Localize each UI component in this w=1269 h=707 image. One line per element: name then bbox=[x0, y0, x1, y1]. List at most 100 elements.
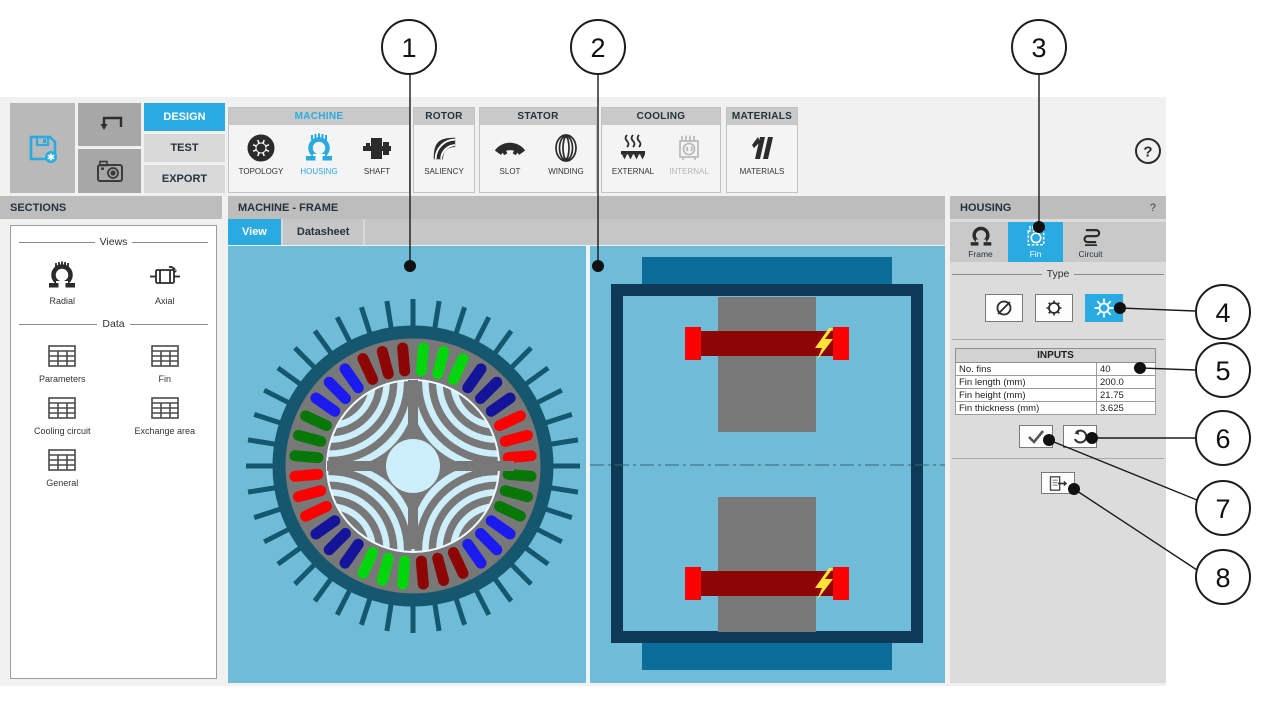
tab-design[interactable]: DESIGN bbox=[144, 103, 225, 131]
sections-item-parameters[interactable]: Parameters bbox=[11, 342, 114, 384]
sections-item-label: Radial bbox=[49, 296, 75, 306]
tab-datasheet[interactable]: Datasheet bbox=[282, 219, 366, 245]
housing-help-button[interactable]: ? bbox=[1150, 202, 1156, 214]
callout-4: 4 bbox=[1195, 284, 1251, 340]
group-stator: STATOR SLOT WINDING bbox=[479, 107, 597, 193]
group-rotor-header: ROTOR bbox=[414, 108, 474, 125]
housing-tab-label: Fin bbox=[1029, 249, 1042, 259]
slot-icon bbox=[495, 132, 525, 164]
help-button[interactable]: ? bbox=[1134, 137, 1162, 165]
group-machine-header: MACHINE bbox=[229, 108, 409, 125]
sections-item-general[interactable]: General bbox=[11, 446, 114, 488]
sections-item-fin[interactable]: Fin bbox=[114, 342, 217, 384]
save-icon bbox=[29, 135, 57, 163]
external-cooling-icon bbox=[618, 132, 648, 164]
callout-5: 5 bbox=[1195, 342, 1251, 398]
housing-title: HOUSING bbox=[960, 201, 1012, 214]
input-value-fin-thickness[interactable]: 3.625 bbox=[1096, 401, 1156, 415]
tab-test-label: TEST bbox=[170, 142, 199, 154]
group-materials: MATERIALS MATERIALS bbox=[726, 107, 798, 193]
toolbar-item-external[interactable]: EXTERNAL bbox=[605, 132, 661, 176]
callout-8: 8 bbox=[1195, 549, 1251, 605]
toolbar-item-materials[interactable]: MATERIALS bbox=[731, 132, 793, 176]
topology-icon bbox=[246, 132, 276, 164]
svg-text:2: 2 bbox=[590, 33, 605, 63]
radial-view-icon bbox=[49, 261, 76, 288]
input-label-fin-height: Fin height (mm) bbox=[955, 388, 1097, 402]
sections-panel-header: SECTIONS bbox=[0, 196, 222, 219]
fin-type-radial-button[interactable] bbox=[1085, 294, 1123, 322]
help-icon: ? bbox=[1135, 138, 1161, 164]
svg-text:7: 7 bbox=[1215, 494, 1230, 524]
tab-design-label: DESIGN bbox=[163, 111, 206, 123]
svg-text:3: 3 bbox=[1031, 33, 1046, 63]
return-arrow-icon bbox=[100, 116, 122, 130]
input-value-fin-length[interactable]: 200.0 bbox=[1096, 375, 1156, 389]
input-label-no-fins: No. fins bbox=[955, 362, 1097, 376]
group-cooling-header: COOLING bbox=[602, 108, 720, 125]
tab-view[interactable]: View bbox=[228, 219, 283, 245]
toolbar-item-saliency[interactable]: SALIENCY bbox=[415, 132, 473, 176]
snapshot-button[interactable] bbox=[78, 149, 141, 193]
tab-test[interactable]: TEST bbox=[144, 134, 225, 162]
views-divider: Views bbox=[19, 236, 208, 248]
table-row: No. fins 40 bbox=[955, 362, 1156, 376]
fin-type-none-button[interactable] bbox=[985, 294, 1023, 322]
housing-panel bbox=[950, 219, 1166, 683]
circuit-icon bbox=[1083, 229, 1100, 246]
undo-rotate-icon bbox=[1073, 429, 1088, 444]
axial-fins-icon bbox=[1046, 300, 1062, 316]
inputs-table: INPUTS No. fins 40 Fin length (mm) 200.0 F… bbox=[955, 348, 1156, 415]
callout-1: 1 bbox=[381, 19, 437, 75]
callout-2: 2 bbox=[570, 19, 626, 75]
reset-button[interactable] bbox=[1063, 425, 1097, 448]
table-row: Fin length (mm) 200.0 bbox=[955, 375, 1156, 389]
toolbar-item-label: TOPOLOGY bbox=[238, 167, 284, 176]
save-button[interactable] bbox=[10, 103, 75, 193]
group-stator-header: STATOR bbox=[480, 108, 596, 125]
sections-item-axial[interactable]: Axial bbox=[114, 260, 217, 306]
sections-item-label: General bbox=[46, 478, 79, 488]
housing-tab-circuit[interactable]: Circuit bbox=[1063, 222, 1118, 262]
toolbar-item-label: WINDING bbox=[548, 167, 584, 176]
apply-button[interactable] bbox=[1019, 425, 1053, 448]
sections-item-exchange-area[interactable]: Exchange area bbox=[114, 394, 217, 436]
export-data-button[interactable] bbox=[1041, 472, 1075, 494]
back-button[interactable] bbox=[78, 103, 141, 146]
panel-divider bbox=[952, 458, 1164, 459]
housing-tab-frame[interactable]: Frame bbox=[953, 222, 1008, 262]
housing-tab-fin[interactable]: Fin bbox=[1008, 222, 1063, 262]
fin-type-axial-button[interactable] bbox=[1035, 294, 1073, 322]
housing-tab-label: Frame bbox=[968, 249, 993, 259]
toolbar-item-label: SLOT bbox=[499, 167, 521, 176]
sections-item-label: Axial bbox=[154, 296, 175, 306]
toolbar-item-housing[interactable]: HOUSING bbox=[290, 132, 348, 176]
toolbar-item-label: EXTERNAL bbox=[611, 167, 655, 176]
inputs-header-row: INPUTS bbox=[955, 348, 1156, 363]
group-machine: MACHINE TOPOLOGY HOUSING SHAFT bbox=[228, 107, 410, 193]
panel-divider bbox=[952, 339, 1164, 340]
toolbar-item-winding[interactable]: WINDING bbox=[538, 132, 594, 176]
housing-tab-strip: Frame Fin Circuit bbox=[950, 222, 1166, 262]
fin-icon bbox=[1027, 225, 1044, 246]
sections-panel: Views Radial Axial Data Parameters Fin C… bbox=[10, 225, 217, 679]
input-value-no-fins[interactable]: 40 bbox=[1096, 362, 1156, 376]
internal-cooling-icon bbox=[674, 132, 704, 164]
inputs-header: INPUTS bbox=[955, 348, 1156, 363]
tab-export[interactable]: EXPORT bbox=[144, 165, 225, 193]
housing-panel-header: HOUSING ? bbox=[950, 196, 1166, 219]
toolbar-item-topology[interactable]: TOPOLOGY bbox=[232, 132, 290, 176]
frame-icon bbox=[970, 226, 991, 246]
sections-item-radial[interactable]: Radial bbox=[11, 260, 114, 306]
main-panel-header: MACHINE - FRAME bbox=[228, 196, 945, 219]
shaft-icon bbox=[362, 132, 392, 164]
input-value-fin-height[interactable]: 21.75 bbox=[1096, 388, 1156, 402]
radial-view-canvas bbox=[228, 246, 586, 683]
toolbar-item-slot[interactable]: SLOT bbox=[482, 132, 538, 176]
toolbar-item-internal[interactable]: INTERNAL bbox=[661, 132, 717, 176]
toolbar-item-shaft[interactable]: SHAFT bbox=[348, 132, 406, 176]
sections-item-cooling-circuit[interactable]: Cooling circuit bbox=[11, 394, 114, 436]
group-materials-header: MATERIALS bbox=[727, 108, 797, 125]
table-icon bbox=[48, 397, 77, 419]
svg-text:6: 6 bbox=[1215, 424, 1230, 454]
